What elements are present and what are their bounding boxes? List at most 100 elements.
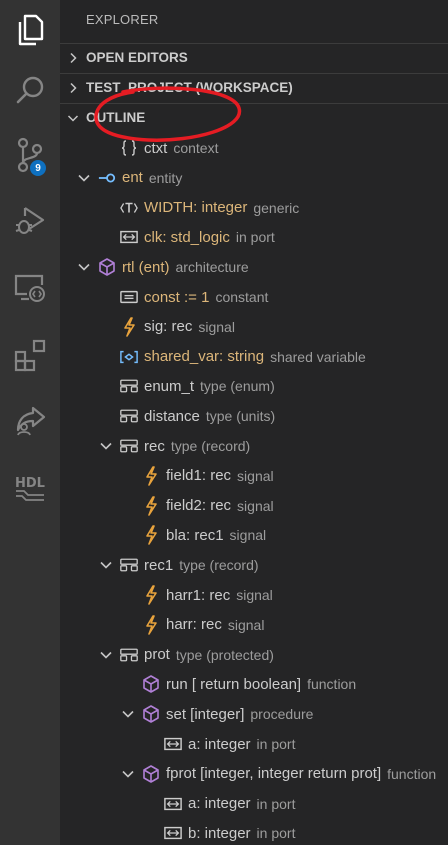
outline-item[interactable]: run [ return boolean] function [60, 669, 448, 699]
outline-item[interactable]: WIDTH: integer generic [60, 193, 448, 223]
extensions-activity-button[interactable] [0, 325, 60, 385]
sidebar-title: EXPLORER [86, 12, 159, 27]
outline-item-kind: in port [256, 825, 296, 842]
outline-item-kind: type (protected) [175, 646, 274, 663]
outline-item-kind: type (record) [170, 438, 251, 454]
source-control-activity-button[interactable] [0, 125, 60, 185]
run-debug-icon [15, 207, 45, 234]
outline-item-label: fprot [integer, integer return prot] [166, 765, 382, 783]
outline-item-kind: signal [236, 587, 273, 603]
outline-item[interactable]: bla: rec1 signal [60, 520, 448, 550]
outline-item-kind: generic [253, 199, 300, 216]
outline-item-label: a: integer [188, 795, 251, 813]
chevron-right-icon [60, 74, 86, 102]
outline-item-label: ctxt [144, 139, 168, 157]
outline-item[interactable]: const := 1 constant [60, 282, 448, 312]
outline-item[interactable]: field1: rec signal [60, 461, 448, 491]
section-open-editors[interactable]: OPEN EDITORS [60, 43, 448, 71]
outline-item-kind: architecture [175, 259, 249, 276]
outline-item-kind: constant [215, 289, 269, 305]
source-control-badge: 9 [30, 160, 46, 176]
outline-item-kind: procedure [250, 706, 314, 723]
explorer-activity-button[interactable] [0, 0, 60, 60]
outline-item[interactable]: prot type (protected) [60, 640, 448, 670]
chevron-down-icon[interactable] [76, 170, 92, 186]
section-label: OUTLINE [86, 110, 146, 125]
struct-icon [120, 556, 138, 574]
outline-item[interactable]: b: integer in port [60, 818, 448, 845]
remote-explorer-icon [14, 274, 45, 302]
signal-icon [142, 585, 160, 605]
outline-item[interactable]: harr1: rec signal [60, 580, 448, 610]
outline-item-label: field1: rec [166, 467, 232, 485]
outline-item[interactable]: shared_var: string shared variable [60, 342, 448, 372]
constant-icon [120, 288, 138, 306]
struct-icon [120, 377, 138, 395]
run-debug-activity-button[interactable] [0, 190, 60, 250]
outline-item[interactable]: rec1 type (record) [60, 550, 448, 580]
outline-item-label: rtl (ent) [122, 258, 170, 276]
port-icon [164, 795, 182, 813]
activity-bar: 9 HDL [0, 0, 60, 845]
outline-item-label: enum_t [144, 377, 195, 395]
signal-icon [142, 614, 160, 635]
chevron-down-icon[interactable] [98, 557, 114, 573]
braces-icon [120, 139, 138, 157]
outline-item-kind: entity [148, 169, 183, 186]
svg-text:HDL: HDL [15, 476, 45, 491]
outline-item[interactable]: set [integer] procedure [60, 699, 448, 729]
port-icon [164, 735, 182, 753]
outline-item[interactable]: sig: rec signal [60, 312, 448, 342]
chevron-down-icon[interactable] [98, 647, 114, 663]
outline-item-label: run [ return boolean] [166, 675, 302, 693]
outline-item[interactable]: fprot [integer, integer return prot] func… [60, 759, 448, 789]
outline-item-label: distance [144, 407, 200, 425]
outline-item[interactable]: clk: std_logic in port [60, 222, 448, 252]
outline-item-label: harr1: rec [166, 586, 231, 604]
outline-item-label: shared_var: string [144, 348, 265, 366]
method-icon [142, 764, 160, 783]
outline-item-kind: context [173, 140, 219, 156]
outline-item-label: sig: rec [144, 318, 193, 336]
remote-explorer-activity-button[interactable] [0, 258, 60, 318]
outline-item[interactable]: distance type (units) [60, 401, 448, 431]
outline-item[interactable]: enum_t type (enum) [60, 371, 448, 401]
hdl-activity-button[interactable]: HDL [0, 455, 60, 515]
search-activity-button[interactable] [0, 60, 60, 120]
signal-icon [142, 465, 160, 486]
outline-item[interactable]: field2: rec signal [60, 491, 448, 521]
section-label: TEST_PROJECT (WORKSPACE) [86, 80, 293, 95]
outline-item-label: field2: rec [166, 497, 232, 515]
signal-icon [120, 316, 138, 337]
outline-item-kind: signal [237, 497, 274, 514]
outline-item[interactable]: harr: rec signal [60, 610, 448, 640]
outline-item-label: const := 1 [144, 288, 210, 306]
outline-item[interactable]: rtl (ent) architecture [60, 252, 448, 282]
chevron-down-icon[interactable] [120, 706, 136, 722]
live-share-activity-button[interactable] [0, 390, 60, 450]
section-workspace[interactable]: TEST_PROJECT (WORKSPACE) [60, 73, 448, 101]
chevron-down-icon[interactable] [120, 766, 136, 782]
outline-item-label: prot [144, 646, 170, 664]
chevron-down-icon[interactable] [98, 438, 114, 454]
chevron-down-icon[interactable] [76, 259, 92, 275]
type-param-icon [120, 199, 138, 217]
outline-item[interactable]: a: integer in port [60, 729, 448, 759]
struct-icon [120, 407, 138, 425]
outline-item[interactable]: ent entity [60, 163, 448, 193]
entity-icon [98, 169, 116, 187]
extensions-icon [14, 339, 46, 372]
struct-icon [120, 646, 138, 664]
variable-icon [120, 348, 138, 366]
outline-item[interactable]: rec type (record) [60, 431, 448, 461]
section-outline[interactable]: OUTLINE [60, 103, 448, 131]
outline-item-label: a: integer [188, 735, 251, 753]
outline-item[interactable]: ctxt context [60, 133, 448, 163]
outline-item[interactable]: a: integer in port [60, 789, 448, 819]
outline-item-label: rec1 [144, 556, 174, 574]
